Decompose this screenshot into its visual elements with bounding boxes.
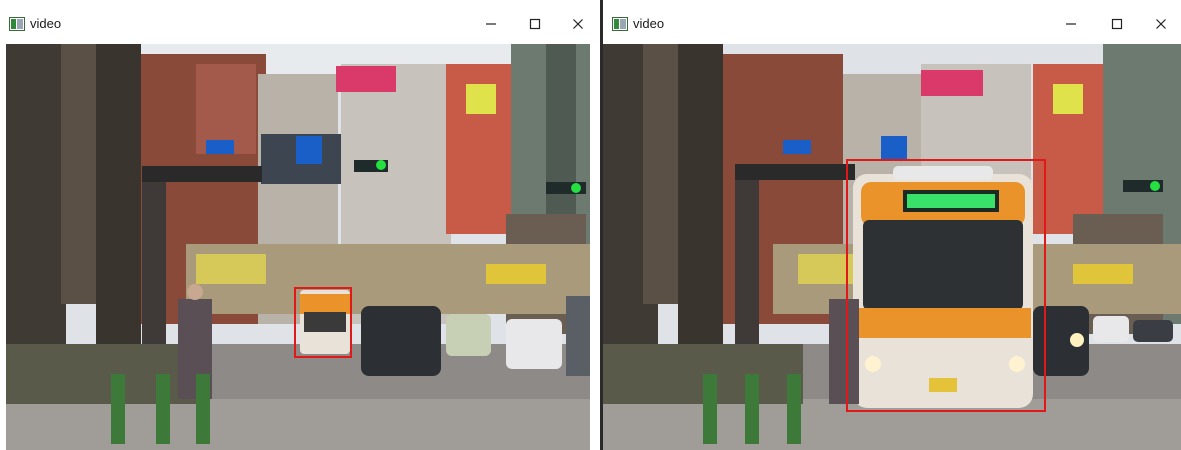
video-frame — [6, 44, 590, 450]
window-title: video — [30, 16, 62, 31]
detection-box-bus — [294, 287, 352, 358]
window-title: video — [633, 16, 665, 31]
minimize-button[interactable] — [1051, 10, 1091, 38]
app-icon — [612, 17, 628, 31]
minimize-icon — [486, 23, 496, 25]
close-button[interactable] — [1141, 10, 1181, 38]
close-icon — [1156, 19, 1166, 29]
close-icon — [573, 19, 583, 29]
close-button[interactable] — [558, 10, 590, 38]
video-frame — [603, 44, 1181, 450]
maximize-icon — [529, 18, 541, 30]
maximize-button[interactable] — [1097, 10, 1137, 38]
detection-box-bus — [846, 159, 1046, 412]
minimize-button[interactable] — [471, 10, 511, 38]
street-scene — [6, 44, 590, 450]
app-icon — [9, 17, 25, 31]
minimize-icon — [1066, 23, 1076, 25]
maximize-button[interactable] — [515, 10, 555, 38]
video-window-right: video — [603, 0, 1181, 450]
maximize-icon — [1111, 18, 1123, 30]
video-window-left: video — [0, 0, 590, 450]
title-bar[interactable]: video — [603, 0, 1181, 44]
title-bar[interactable]: video — [0, 0, 590, 44]
